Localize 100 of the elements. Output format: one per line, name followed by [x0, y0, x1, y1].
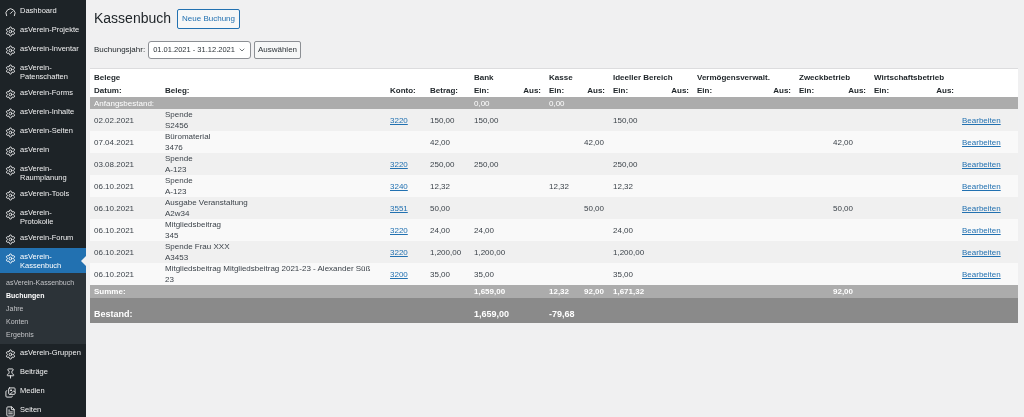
- date-cell: 06.10.2021: [94, 225, 135, 235]
- gear-icon: [5, 25, 16, 37]
- edit-link[interactable]: Bearbeiten: [962, 115, 1001, 125]
- account-link[interactable]: 3200: [390, 269, 408, 279]
- page-icon: [5, 405, 16, 417]
- voucher-text: Spende: [165, 110, 194, 119]
- edit-link[interactable]: Bearbeiten: [962, 181, 1001, 191]
- group-header: Ideeller Bereich: [613, 73, 673, 82]
- column-header: Ein:: [697, 86, 713, 95]
- column-header: Konto:: [390, 86, 416, 95]
- amount-cell: 50,00: [584, 203, 605, 213]
- amount-cell: 12,32: [549, 181, 570, 191]
- group-header: Vermögensverwalt.: [697, 73, 770, 82]
- group-header: Kasse: [549, 73, 573, 82]
- amount-cell: 35,00: [430, 269, 451, 279]
- voucher-text: A3453: [165, 253, 190, 262]
- gear-icon: [5, 63, 16, 75]
- column-header: Aus:: [936, 86, 954, 95]
- new-booking-button[interactable]: Neue Buchung: [177, 8, 240, 29]
- amount-cell: 150,00: [613, 115, 638, 125]
- voucher-text: Mitgliedsbeitrag: [165, 220, 223, 229]
- amount-cell: 42,00: [833, 137, 854, 147]
- amount-cell: 50,00: [430, 203, 451, 213]
- column-header: Aus:: [773, 86, 791, 95]
- voucher-text: Büromaterial: [165, 132, 212, 141]
- voucher-text: A-123: [165, 165, 188, 174]
- amount-cell: 42,00: [584, 137, 605, 147]
- gear-icon: [5, 189, 16, 201]
- amount-cell: -79,68: [549, 309, 575, 319]
- column-header: Betrag:: [430, 86, 458, 95]
- gear-icon: [5, 44, 16, 56]
- amount-cell: 12,32: [613, 181, 634, 191]
- amount-cell: 24,00: [474, 225, 495, 235]
- voucher-text: Mitgliedsbeitrag Mitgliedsbeitrag 2021-23 - Alexander Süß: [165, 264, 372, 273]
- amount-cell: 1,659,00: [474, 287, 506, 296]
- group-header: Bank: [474, 73, 494, 82]
- amount-cell: 1,200,00: [474, 247, 506, 257]
- column-header: Ein:: [549, 86, 565, 95]
- voucher-text: Spende: [165, 176, 194, 185]
- pin-icon: [5, 367, 16, 379]
- gear-icon: [5, 348, 16, 360]
- column-header: Datum:: [94, 86, 122, 95]
- account-link[interactable]: 3220: [390, 225, 408, 235]
- date-cell: 06.10.2021: [94, 181, 135, 191]
- voucher-text: 23: [165, 275, 175, 284]
- column-header: Aus:: [671, 86, 689, 95]
- amount-cell: 250,00: [474, 159, 499, 169]
- amount-cell: 35,00: [474, 269, 495, 279]
- voucher-text: Ausgabe Veranstaltung: [165, 198, 249, 207]
- date-cell: 07.04.2021: [94, 137, 135, 147]
- group-header: Wirtschaftsbetrieb: [874, 73, 945, 82]
- amount-cell: 150,00: [474, 115, 499, 125]
- sum-label: Summe:: [94, 287, 126, 296]
- voucher-text: A-123: [165, 187, 188, 196]
- column-header: Ein:: [874, 86, 890, 95]
- amount-cell: 250,00: [613, 159, 638, 169]
- amount-cell: 92,00: [833, 287, 854, 296]
- edit-link[interactable]: Bearbeiten: [962, 203, 1001, 213]
- amount-cell: 1,200,00: [430, 247, 462, 257]
- edit-link[interactable]: Bearbeiten: [962, 247, 1001, 257]
- column-header: Aus:: [523, 86, 541, 95]
- dashboard-icon: [5, 6, 16, 18]
- group-header: Zweckbetrieb: [799, 73, 851, 82]
- date-cell: 06.10.2021: [94, 203, 135, 213]
- group-header: Belege: [94, 73, 121, 82]
- account-link[interactable]: 3551: [390, 203, 408, 213]
- voucher-text: A2w34: [165, 209, 191, 218]
- gear-icon: [5, 233, 16, 245]
- opening-label: Anfangsbestand:: [94, 98, 155, 108]
- account-link[interactable]: 3220: [390, 247, 408, 257]
- account-link[interactable]: 3220: [390, 115, 408, 125]
- amount-cell: 12,32: [549, 287, 570, 296]
- voucher-text: S2456: [165, 121, 190, 130]
- edit-link[interactable]: Bearbeiten: [962, 225, 1001, 235]
- amount-cell: 50,00: [833, 203, 854, 213]
- gear-icon: [5, 164, 16, 176]
- gear-icon: [5, 126, 16, 138]
- edit-link[interactable]: Bearbeiten: [962, 269, 1001, 279]
- select-button[interactable]: Auswählen: [253, 41, 302, 59]
- amount-cell: 1,200,00: [613, 247, 645, 257]
- column-header: Ein:: [799, 86, 815, 95]
- amount-cell: 92,00: [584, 287, 605, 296]
- column-header: Beleg:: [165, 86, 190, 95]
- edit-link[interactable]: Bearbeiten: [962, 159, 1001, 169]
- gear-icon: [5, 107, 16, 119]
- account-link[interactable]: 3220: [390, 159, 408, 169]
- edit-link[interactable]: Bearbeiten: [962, 137, 1001, 147]
- amount-cell: 0,00: [474, 98, 490, 108]
- gear-icon: [5, 252, 16, 264]
- balance-label: Bestand:: [94, 309, 133, 319]
- year-label: Buchungsjahr:: [94, 44, 146, 56]
- column-header: Ein:: [474, 86, 490, 95]
- amount-cell: 250,00: [430, 159, 455, 169]
- amount-cell: 24,00: [613, 225, 634, 235]
- amount-cell: 35,00: [613, 269, 634, 279]
- account-link[interactable]: 3240: [390, 181, 408, 191]
- date-cell: 06.10.2021: [94, 269, 135, 279]
- gear-icon: [5, 208, 16, 220]
- date-cell: 03.08.2021: [94, 159, 135, 169]
- amount-cell: 150,00: [430, 115, 455, 125]
